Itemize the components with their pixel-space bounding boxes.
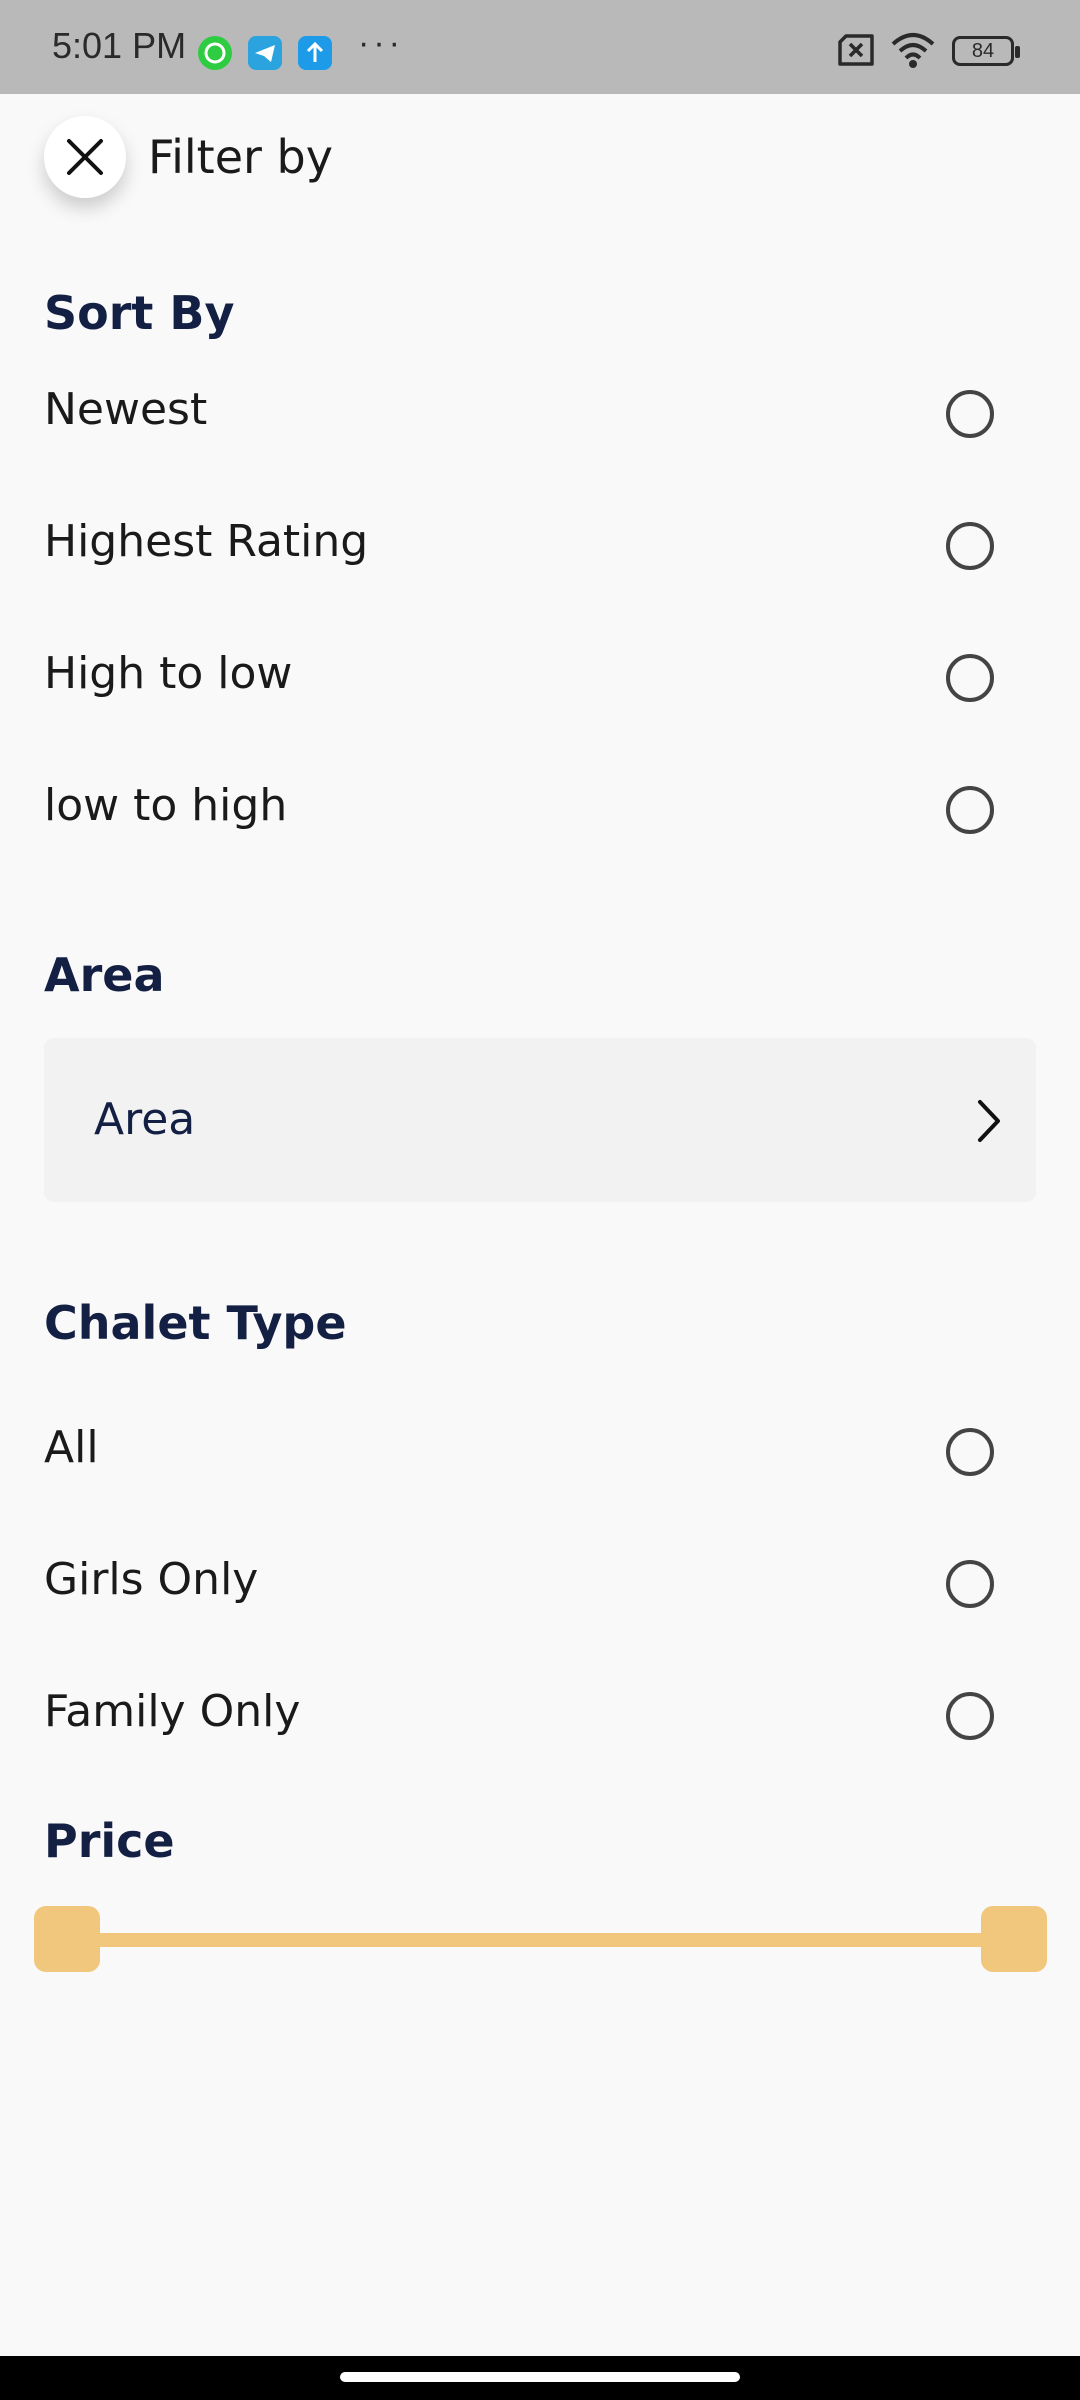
upload-icon xyxy=(298,36,332,70)
more-notifications-icon: ··· xyxy=(358,24,404,62)
radio-button[interactable] xyxy=(946,522,994,570)
slider-track[interactable] xyxy=(64,1933,1017,1947)
home-indicator[interactable] xyxy=(340,2372,740,2382)
close-button[interactable] xyxy=(44,116,126,198)
sort-option-high-to-low[interactable]: High to low xyxy=(0,622,1080,732)
sort-option-newest[interactable]: Newest xyxy=(0,358,1080,468)
no-sim-icon xyxy=(834,32,878,72)
option-label: low to high xyxy=(44,780,288,831)
status-bar: 5:01 PM ··· 84 xyxy=(0,0,1080,94)
radio-button[interactable] xyxy=(946,390,994,438)
option-label: All xyxy=(44,1422,99,1473)
chalet-option-girls-only[interactable]: Girls Only xyxy=(0,1528,1080,1638)
navigation-bar xyxy=(0,2356,1080,2400)
page-title: Filter by xyxy=(148,130,333,184)
option-label: High to low xyxy=(44,648,293,699)
wifi-icon xyxy=(890,32,936,74)
chevron-right-icon xyxy=(978,1100,1000,1142)
chalet-type-title: Chalet Type xyxy=(44,1296,347,1350)
chalet-option-family-only[interactable]: Family Only xyxy=(0,1660,1080,1770)
price-range-slider[interactable] xyxy=(34,1906,1047,1974)
slider-max-handle[interactable] xyxy=(981,1906,1047,1972)
sort-option-low-to-high[interactable]: low to high xyxy=(0,754,1080,864)
area-selector[interactable]: Area xyxy=(44,1038,1036,1202)
area-title: Area xyxy=(44,948,165,1002)
option-label: Girls Only xyxy=(44,1554,259,1605)
battery-icon: 84 xyxy=(952,36,1020,66)
whatsapp-icon xyxy=(198,36,232,70)
sort-option-highest-rating[interactable]: Highest Rating xyxy=(0,490,1080,600)
radio-button[interactable] xyxy=(946,654,994,702)
option-label: Highest Rating xyxy=(44,516,369,567)
radio-button[interactable] xyxy=(946,786,994,834)
chalet-option-all[interactable]: All xyxy=(0,1396,1080,1506)
close-icon xyxy=(67,139,103,175)
radio-button[interactable] xyxy=(946,1692,994,1740)
sort-by-title: Sort By xyxy=(44,286,235,340)
radio-button[interactable] xyxy=(946,1428,994,1476)
telegram-icon xyxy=(248,36,282,70)
option-label: Newest xyxy=(44,384,208,435)
option-label: Family Only xyxy=(44,1686,301,1737)
radio-button[interactable] xyxy=(946,1560,994,1608)
price-title: Price xyxy=(44,1814,175,1868)
battery-level: 84 xyxy=(971,40,995,62)
status-time: 5:01 PM xyxy=(52,25,187,66)
area-selector-label: Area xyxy=(94,1094,196,1145)
slider-min-handle[interactable] xyxy=(34,1906,100,1972)
